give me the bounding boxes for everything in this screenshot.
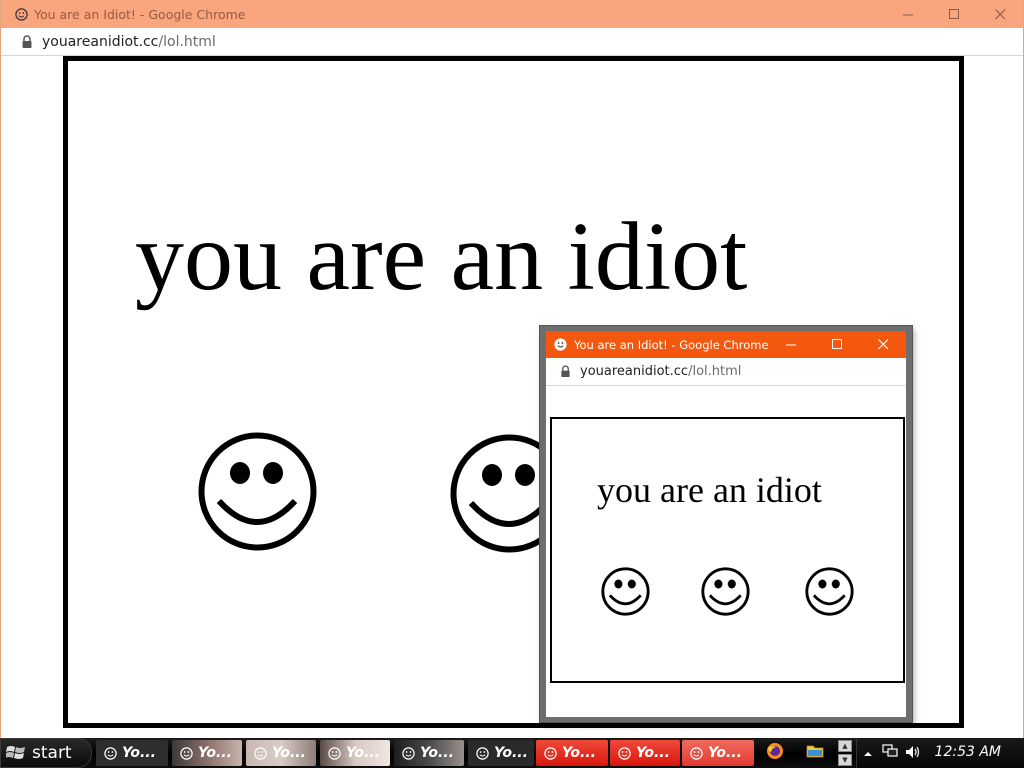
windows-logo-icon: [6, 744, 26, 762]
maximize-button[interactable]: [931, 0, 977, 28]
smiley-icon: [618, 746, 631, 760]
smiley-face-icon: [601, 567, 650, 616]
taskbar-button-label: Yo...: [708, 745, 742, 761]
taskbar-scroll-down[interactable]: ▼: [838, 754, 852, 766]
smiley-icon: [180, 746, 193, 760]
close-button[interactable]: [977, 0, 1023, 28]
main-window-title: You are an Idiot! - Google Chrome: [34, 6, 246, 22]
firefox-launch-button[interactable]: [763, 741, 787, 765]
volume-icon[interactable]: [905, 744, 921, 763]
minimize-icon: [902, 5, 914, 24]
lock-icon: [21, 34, 33, 49]
url-path: /lol.html: [688, 364, 742, 379]
taskbar-button-label: Yo...: [562, 745, 596, 761]
folder-icon: [806, 743, 824, 763]
taskbar-scroll-up[interactable]: ▲: [838, 740, 852, 752]
popup-window-title: You are an Idiot! - Google Chrome: [574, 337, 769, 352]
taskbar-button[interactable]: Yo...: [394, 740, 464, 766]
popup-page-message: you are an idiot: [597, 470, 822, 510]
firefox-icon: [766, 742, 784, 764]
taskbar-button-label: Yo...: [346, 745, 380, 761]
popup-minimize-button[interactable]: [768, 331, 814, 358]
network-icon[interactable]: [881, 743, 899, 763]
taskbar-button-label: Yo...: [198, 745, 232, 761]
smiley-icon: [550, 338, 570, 351]
clock[interactable]: 12:53 AM: [935, 744, 1001, 760]
smiley-icon: [690, 746, 703, 760]
taskbar-button[interactable]: Yo...: [320, 740, 390, 766]
taskbar-button[interactable]: Yo...: [246, 740, 316, 766]
taskbar: start Yo... Yo... Yo... Yo... Yo... Yo..…: [0, 738, 1024, 768]
url-host: youareanidiot.cc: [580, 364, 689, 379]
taskbar-button[interactable]: Yo...: [682, 740, 754, 766]
main-title-bar[interactable]: You are an Idiot! - Google Chrome: [1, 0, 1023, 28]
popup-maximize-button[interactable]: [814, 331, 860, 358]
taskbar-button[interactable]: Yo...: [468, 740, 534, 766]
tray-expand-icon[interactable]: [863, 744, 873, 763]
smiley-face-icon: [198, 432, 317, 551]
minimize-button[interactable]: [885, 0, 931, 28]
minimize-icon: [785, 335, 797, 354]
system-tray: 12:53 AM: [856, 738, 1024, 768]
maximize-icon: [948, 5, 960, 24]
taskbar-button[interactable]: Yo...: [172, 740, 242, 766]
folder-launch-button[interactable]: [803, 741, 827, 765]
popup-browser-window: You are an Idiot! - Google Chrome youare…: [540, 326, 912, 722]
taskbar-button-label: Yo...: [122, 745, 156, 761]
start-button[interactable]: start: [0, 738, 92, 768]
smiley-icon: [328, 746, 341, 760]
maximize-icon: [831, 335, 843, 354]
taskbar-button[interactable]: Yo...: [610, 740, 680, 766]
smiley-icon: [10, 7, 32, 21]
address-bar[interactable]: youareanidiot.cc/lol.html: [1, 28, 1023, 56]
taskbar-button-label: Yo...: [636, 745, 670, 761]
start-label: start: [32, 743, 72, 763]
taskbar-button-label: Yo...: [420, 745, 454, 761]
smiley-icon: [402, 746, 415, 760]
smiley-face-icon: [805, 567, 854, 616]
url-path: /lol.html: [158, 33, 216, 50]
lock-icon: [560, 365, 571, 378]
close-icon: [994, 5, 1006, 24]
smiley-icon: [476, 746, 489, 760]
taskbar-button[interactable]: Yo...: [96, 740, 168, 766]
smiley-icon: [254, 746, 267, 760]
popup-close-button[interactable]: [860, 331, 906, 358]
smiley-face-icon: [701, 567, 750, 616]
smiley-icon: [104, 746, 117, 760]
popup-title-bar[interactable]: You are an Idiot! - Google Chrome: [546, 331, 906, 358]
page-message: you are an idiot: [135, 203, 748, 311]
taskbar-button[interactable]: Yo...: [536, 740, 608, 766]
taskbar-button-label: Yo...: [272, 745, 306, 761]
taskbar-button-label: Yo...: [494, 745, 528, 761]
url-host: youareanidiot.cc: [42, 33, 159, 50]
smiley-icon: [544, 746, 557, 760]
popup-address-bar[interactable]: youareanidiot.cc/lol.html: [546, 358, 906, 386]
close-icon: [877, 335, 889, 354]
popup-page: you are an idiot: [546, 386, 906, 717]
popup-page-frame: [550, 417, 905, 683]
